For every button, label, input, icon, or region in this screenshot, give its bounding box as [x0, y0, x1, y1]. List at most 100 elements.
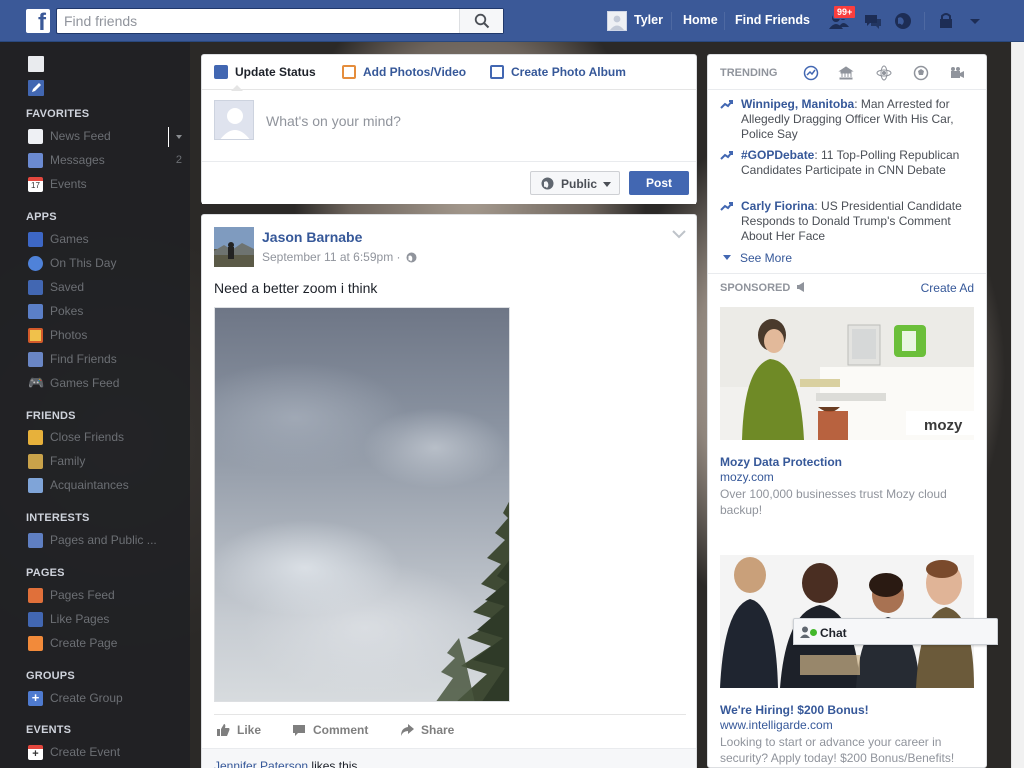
globe-icon [541, 177, 554, 190]
post-timestamp[interactable]: September 11 at 6:59pm · [262, 250, 417, 264]
trending-arrow-icon [720, 100, 733, 109]
tab-label: Add Photos/Video [363, 65, 467, 79]
trending-topic[interactable]: Carly Fiorina [741, 199, 814, 213]
ad-image-mozy[interactable]: mozy [720, 307, 974, 440]
sponsored-label: SPONSORED [720, 282, 791, 294]
trending-item[interactable]: #GOPDebate: 11 Top-Polling Republican Ca… [720, 148, 980, 178]
divider [708, 273, 986, 274]
sidebar-item-create-group[interactable]: + Create Group [26, 689, 186, 709]
sidebar-item-label: Photos [50, 328, 88, 342]
groups-heading: GROUPS [26, 670, 75, 682]
games-icon [28, 232, 43, 247]
sidebar-item-photos[interactable]: Photos [26, 326, 186, 346]
sidebar-item-saved[interactable]: Saved [26, 278, 186, 298]
trending-science-icon[interactable] [876, 65, 892, 81]
user-avatar[interactable] [607, 11, 627, 31]
trending-sports-icon[interactable] [913, 65, 929, 81]
search-icon [474, 13, 489, 29]
search-button[interactable] [459, 9, 503, 33]
close-friends-icon [28, 430, 43, 445]
status-placeholder[interactable]: What's on your mind? [266, 113, 401, 129]
chat-tab[interactable]: Chat [793, 618, 998, 645]
active-tab-pointer [231, 85, 243, 91]
pages-heading: PAGES [26, 567, 65, 579]
ad-url-link[interactable]: www.intelligarde.com [720, 718, 833, 732]
profile-thumb-icon[interactable] [28, 56, 44, 72]
like-button[interactable]: Like [216, 723, 261, 737]
sidebar-item-games[interactable]: Games [26, 230, 186, 250]
author-avatar[interactable] [214, 227, 254, 267]
chevron-down-icon[interactable] [176, 135, 182, 139]
tab-create-album[interactable]: Create Photo Album [490, 65, 626, 79]
messages-icon [28, 153, 43, 168]
sidebar-item-find-friends[interactable]: Find Friends [26, 350, 186, 370]
sidebar-item-acquaintances[interactable]: Acquaintances [26, 476, 186, 496]
post-button[interactable]: Post [629, 171, 689, 195]
composer-tabs: Update Status Add Photos/Video Create Ph… [202, 55, 696, 91]
sidebar-item-close-friends[interactable]: Close Friends [26, 428, 186, 448]
sidebar-item-on-this-day[interactable]: On This Day [26, 254, 186, 274]
ad-url-link[interactable]: mozy.com [720, 470, 774, 484]
messages-icon[interactable] [862, 10, 884, 32]
sidebar-item-create-event[interactable]: + Create Event [26, 743, 186, 763]
trending-entertainment-icon[interactable] [949, 65, 965, 81]
create-ad-link[interactable]: Create Ad [921, 281, 974, 295]
sidebar-item-label: Acquaintances [50, 478, 129, 492]
liker-name-link[interactable]: Jennifer Paterson [214, 759, 308, 768]
ad-title-link[interactable]: We're Hiring! $200 Bonus! [720, 703, 869, 717]
profile-link[interactable]: Tyler [634, 13, 663, 27]
sidebar-item-label: Family [50, 454, 86, 468]
home-link[interactable]: Home [683, 13, 718, 27]
notifications-globe-icon[interactable] [892, 10, 914, 32]
on-this-day-icon [28, 256, 43, 271]
sidebar-item-pokes[interactable]: Pokes [26, 302, 186, 322]
page-scrollbar[interactable] [1011, 42, 1024, 768]
sidebar-item-family[interactable]: Family [26, 452, 186, 472]
story-options-chevron-icon[interactable] [672, 229, 686, 239]
trending-top-icon[interactable] [803, 65, 819, 81]
photos-icon [28, 328, 43, 343]
sidebar-item-games-feed[interactable]: 🎮 Games Feed [26, 374, 186, 394]
find-friends-icon [28, 352, 43, 367]
see-more-link[interactable]: See More [723, 251, 792, 265]
privacy-selector-button[interactable]: Public [530, 171, 620, 195]
account-menu-chevron-down-icon[interactable] [964, 10, 986, 32]
sidebar-item-like-pages[interactable]: Like Pages [26, 610, 186, 630]
comment-icon [293, 725, 305, 736]
post-photo[interactable] [214, 307, 510, 702]
sponsored-heading: SPONSORED [720, 282, 807, 294]
see-more-label: See More [740, 251, 793, 265]
sidebar-item-pages-feed[interactable]: Pages Feed [26, 586, 186, 606]
author-name-link[interactable]: Jason Barnabe [262, 229, 362, 245]
sidebar-item-label: News Feed [50, 129, 111, 143]
create-page-icon [28, 636, 43, 651]
sidebar-item-create-page[interactable]: Create Page [26, 634, 186, 654]
tab-label: Update Status [235, 65, 316, 79]
sidebar-item-events[interactable]: 17 Events [26, 175, 186, 195]
top-bar: f Tyler Home Find Friends 99+ [0, 0, 1024, 42]
ad-title-link[interactable]: Mozy Data Protection [720, 455, 842, 469]
find-friends-link[interactable]: Find Friends [735, 13, 810, 27]
trending-topic[interactable]: #GOPDebate [741, 148, 814, 162]
search-input[interactable] [57, 9, 459, 33]
trending-item[interactable]: Carly Fiorina: US Presidential Candidate… [720, 199, 980, 244]
share-button[interactable]: Share [400, 723, 454, 737]
trending-topic[interactable]: Winnipeg, Manitoba [741, 97, 854, 111]
sidebar-item-news-feed[interactable]: News Feed [26, 127, 186, 147]
edit-profile-icon[interactable] [28, 80, 44, 96]
tab-add-photos[interactable]: Add Photos/Video [342, 65, 466, 79]
share-label: Share [421, 723, 455, 737]
likes-summary: Jennifer Paterson likes this. [202, 748, 696, 768]
pages-feed-icon [28, 588, 43, 603]
comment-button[interactable]: Comment [292, 723, 368, 737]
sidebar-item-label: Pages and Public ... [50, 533, 157, 547]
sidebar-item-pages-public[interactable]: Pages and Public ... [26, 531, 186, 551]
trending-item[interactable]: Winnipeg, Manitoba: Man Arrested for All… [720, 97, 980, 142]
sidebar-item-messages[interactable]: Messages 2 [26, 151, 186, 171]
trending-politics-icon[interactable] [838, 65, 854, 81]
facebook-logo[interactable]: f [26, 9, 50, 33]
ad-brand-text: mozy [924, 417, 963, 434]
comment-label: Comment [313, 723, 369, 737]
privacy-shortcuts-icon[interactable] [936, 10, 958, 32]
tab-update-status[interactable]: Update Status [214, 65, 316, 79]
